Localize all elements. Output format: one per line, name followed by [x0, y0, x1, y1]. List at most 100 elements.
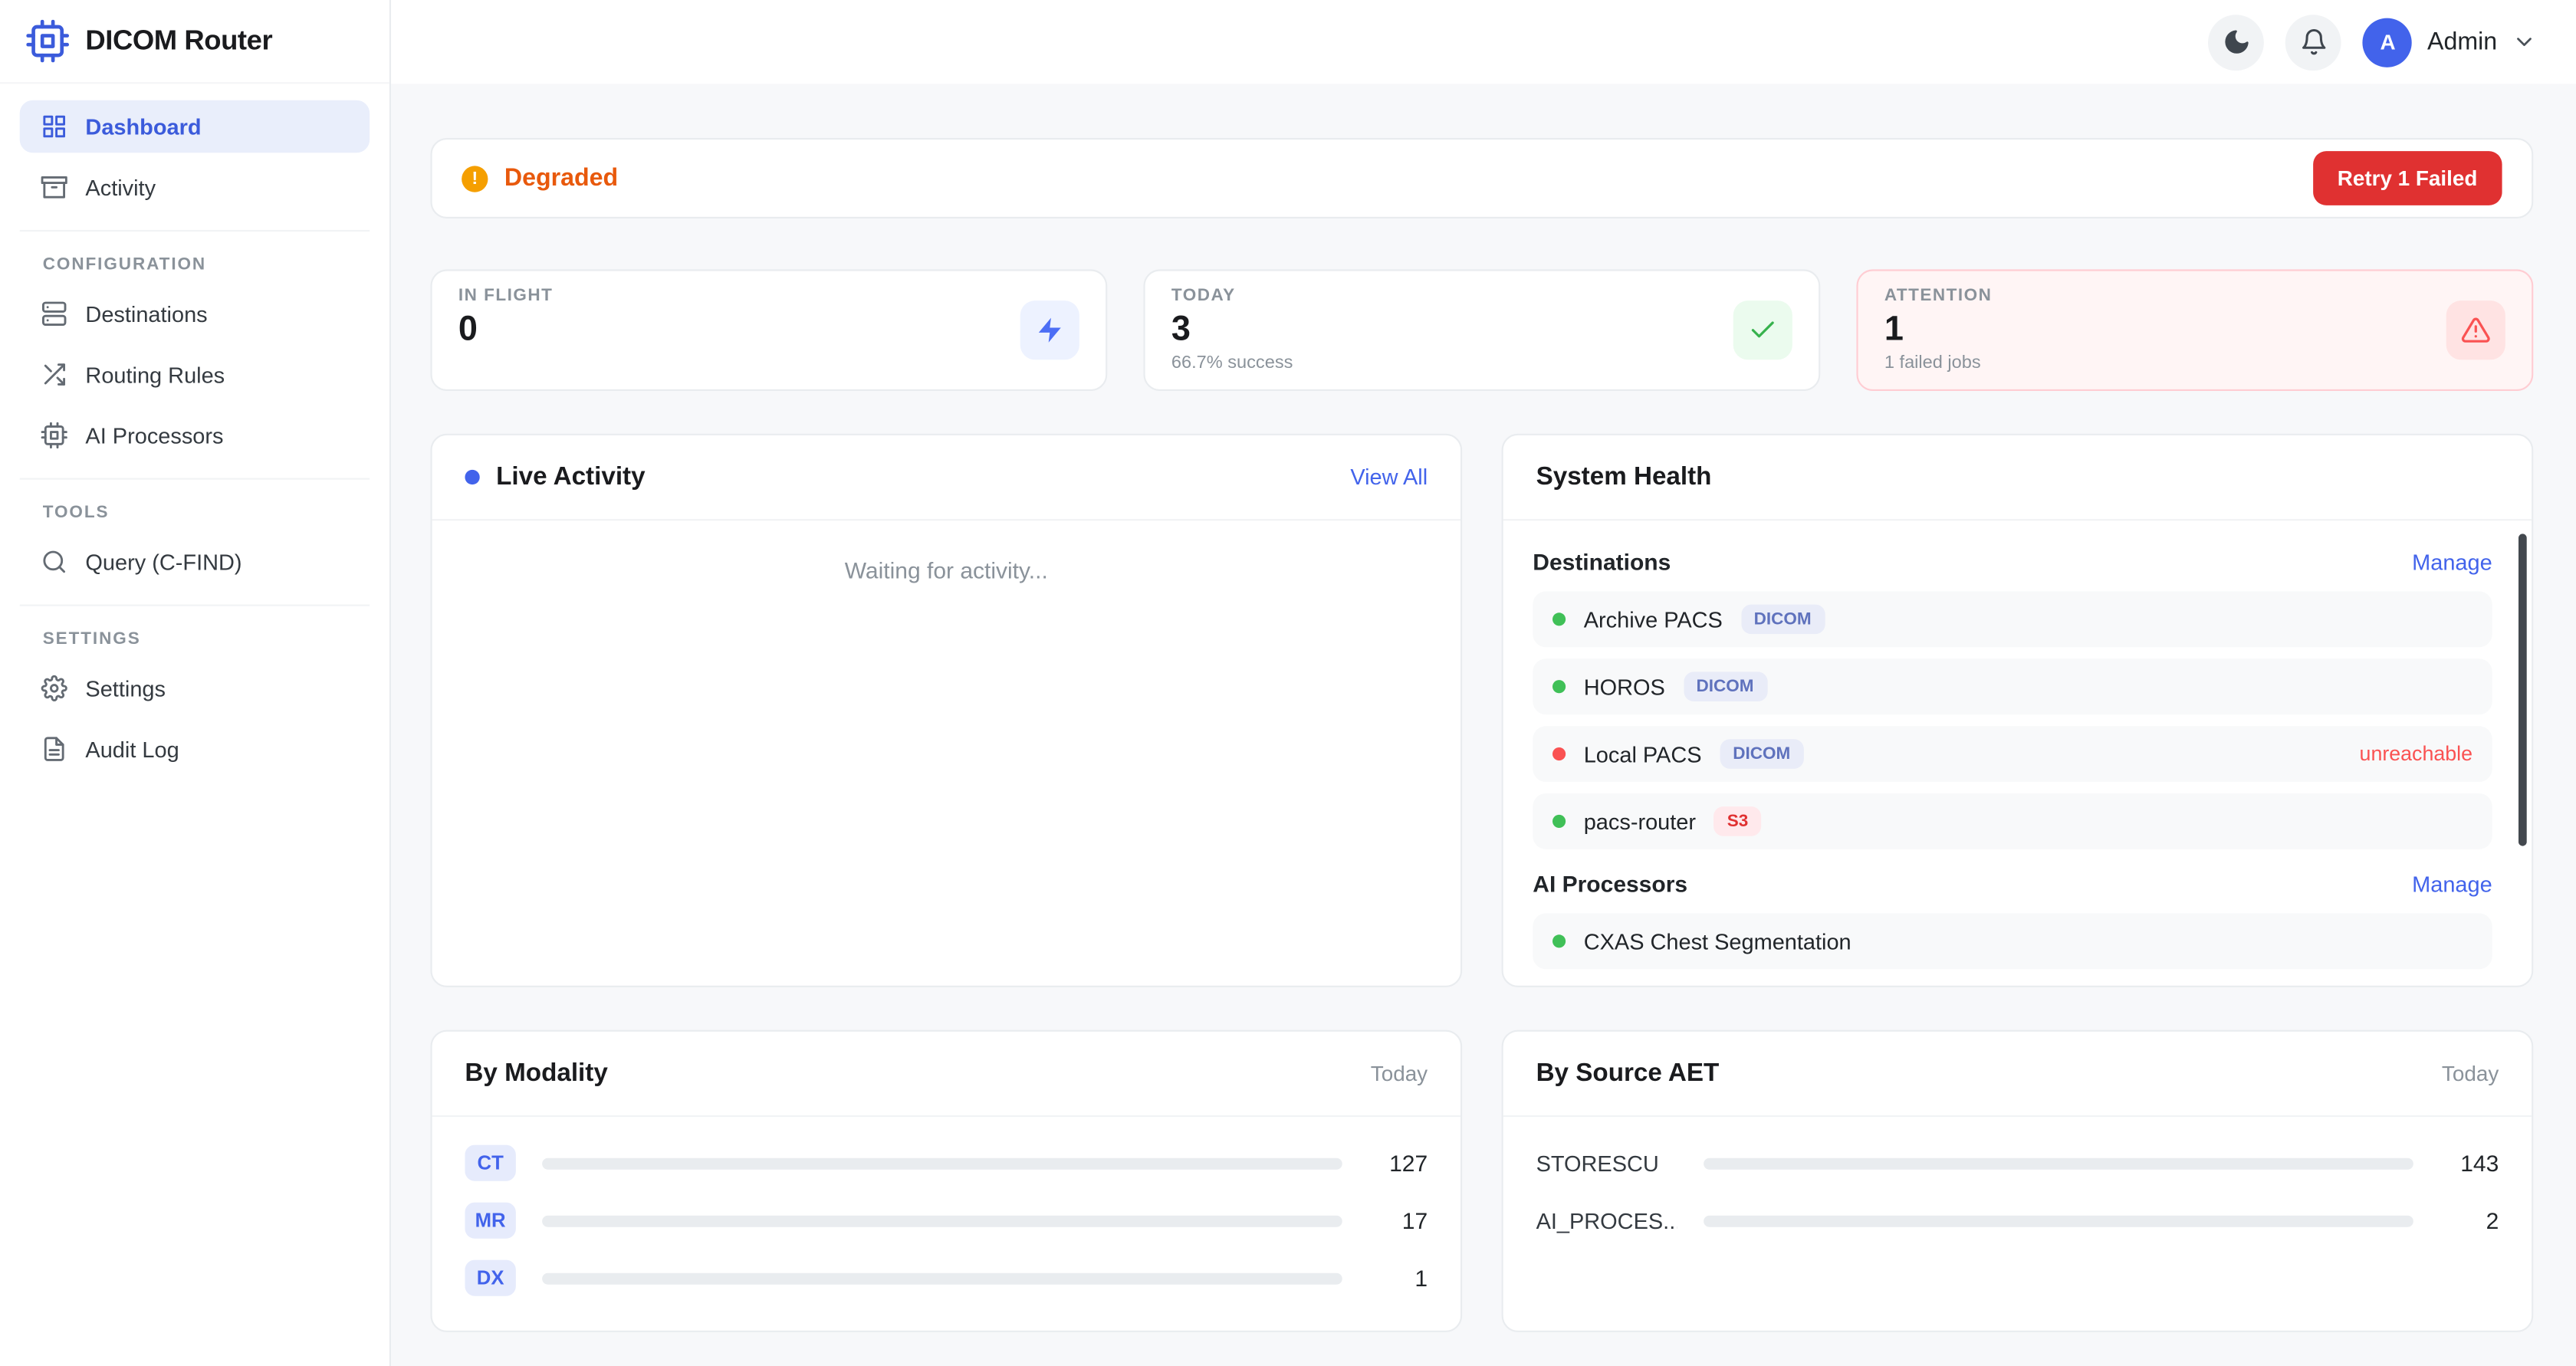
search-icon: [41, 549, 67, 575]
sidebar-item-label: Audit Log: [85, 737, 179, 761]
live-indicator-dot: [465, 470, 479, 484]
status-text: Degraded: [504, 164, 618, 192]
destination-row: pacs-router S3: [1533, 793, 2492, 849]
sidebar-item-label: Routing Rules: [85, 363, 225, 387]
sidebar-item-label: AI Processors: [85, 423, 223, 448]
protocol-badge: DICOM: [1683, 672, 1766, 701]
stat-sub: 66.7% success: [1171, 353, 1293, 375]
user-menu[interactable]: A Admin: [2363, 18, 2536, 67]
sidebar-item-dashboard[interactable]: Dashboard: [20, 100, 370, 153]
moon-icon: [2223, 28, 2250, 55]
sidebar-item-label: Query (C-FIND): [85, 550, 242, 574]
by-source-aet-card: By Source AET Today STORESCU 143 AI_PROC…: [1502, 1030, 2534, 1332]
sidebar-item-routing-rules[interactable]: Routing Rules: [20, 348, 370, 401]
modality-row: DX 1: [465, 1260, 1428, 1296]
processor-name: CXAS Chest Segmentation: [1584, 929, 1852, 954]
bar-track: [542, 1215, 1342, 1226]
warning-triangle-icon: [2446, 300, 2505, 360]
source-label: AI_PROCES...: [1536, 1208, 1677, 1233]
system-health-card: System Health Destinations Manage Archiv…: [1502, 434, 2534, 987]
stat-card-in-flight: IN FLIGHT 0: [430, 269, 1107, 391]
by-modality-card: By Modality Today CT 127 MR 17: [430, 1030, 1462, 1332]
protocol-badge: DICOM: [1720, 739, 1803, 769]
empty-state-text: Waiting for activity...: [432, 557, 1460, 583]
system-health-body: Destinations Manage Archive PACS DICOM H…: [1503, 520, 2532, 1003]
main-grid-top: Live Activity View All Waiting for activ…: [430, 434, 2533, 987]
sidebar-item-label: Destinations: [85, 301, 207, 326]
system-status: ! Degraded: [462, 164, 618, 192]
bar-track: [1704, 1157, 2413, 1169]
stat-text-block: IN FLIGHT 0: [458, 286, 554, 375]
check-icon: [1733, 300, 1792, 360]
manage-processors-link[interactable]: Manage: [2412, 872, 2492, 896]
source-row: STORESCU 143: [1536, 1145, 2499, 1181]
sidebar-item-audit-log[interactable]: Audit Log: [20, 723, 370, 776]
destination-row: HOROS DICOM: [1533, 658, 2492, 714]
sidebar-item-ai-processors[interactable]: AI Processors: [20, 409, 370, 462]
view-all-link[interactable]: View All: [1350, 465, 1428, 489]
status-dot-online: [1552, 612, 1566, 626]
sidebar-item-settings[interactable]: Settings: [20, 662, 370, 715]
cpu-icon: [41, 422, 67, 448]
destination-name: Archive PACS: [1584, 607, 1723, 632]
by-modality-header: By Modality Today: [432, 1032, 1460, 1117]
dashboard-content: ! Degraded Retry 1 Failed IN FLIGHT 0: [391, 84, 2576, 1366]
sidebar-item-destinations[interactable]: Destinations: [20, 287, 370, 340]
modality-row: CT 127: [465, 1145, 1428, 1181]
main-area: A Admin ! Degraded Retry 1 Failed IN FLI…: [391, 0, 2576, 1366]
gear-icon: [41, 675, 67, 701]
sidebar-item-label: Settings: [85, 676, 166, 701]
destination-row: Archive PACS DICOM: [1533, 591, 2492, 647]
nav-section-label: SETTINGS: [20, 619, 370, 662]
source-label: STORESCU: [1536, 1151, 1677, 1175]
nav-section-configuration: CONFIGURATION Destinations Routing Rules…: [20, 230, 370, 461]
modality-chart: CT 127 MR 17 DX 1: [432, 1117, 1460, 1345]
sidebar-item-label: Dashboard: [85, 114, 201, 139]
app-logo-icon: [26, 20, 69, 63]
bar-track: [542, 1272, 1342, 1284]
topbar: A Admin: [391, 0, 2576, 84]
system-health-header: System Health: [1503, 435, 2532, 520]
stat-value: 0: [458, 310, 554, 350]
avatar: A: [2363, 18, 2412, 67]
dicom-router-app: DICOM Router Dashboard Activity CONFIGUR…: [0, 0, 2576, 1366]
retry-failed-button[interactable]: Retry 1 Failed: [2313, 151, 2502, 205]
sidebar: DICOM Router Dashboard Activity CONFIGUR…: [0, 0, 391, 1366]
processor-row: CXAS Chest Segmentation: [1533, 913, 2492, 969]
status-dot-offline: [1552, 747, 1566, 760]
shuffle-routes-icon: [41, 361, 67, 387]
protocol-badge: DICOM: [1740, 605, 1824, 635]
status-dot-online: [1552, 680, 1566, 693]
stat-label: TODAY: [1171, 286, 1293, 306]
modality-count: 127: [1368, 1150, 1428, 1176]
app-title: DICOM Router: [85, 25, 272, 57]
live-activity-header: Live Activity View All: [432, 435, 1460, 520]
stat-card-attention: ATTENTION 1 1 failed jobs: [1856, 269, 2533, 391]
stat-text-block: TODAY 3 66.7% success: [1171, 286, 1293, 375]
theme-toggle-button[interactable]: [2209, 14, 2265, 70]
card-title: System Health: [1536, 462, 1712, 492]
status-dot-online: [1552, 815, 1566, 828]
destination-name: Local PACS: [1584, 741, 1702, 766]
nav-section-settings: SETTINGS Settings Audit Log: [20, 605, 370, 776]
warning-dot-icon: !: [462, 165, 488, 191]
dashboard-grid-icon: [41, 113, 67, 140]
modality-badge: DX: [465, 1260, 515, 1296]
sidebar-item-activity[interactable]: Activity: [20, 161, 370, 214]
stat-value: 3: [1171, 310, 1293, 350]
sidebar-item-query-cfind[interactable]: Query (C-FIND): [20, 536, 370, 589]
user-name: Admin: [2427, 28, 2497, 55]
main-grid-bottom: By Modality Today CT 127 MR 17: [430, 1030, 2533, 1332]
period-label: Today: [2442, 1061, 2499, 1085]
source-row: AI_PROCES... 2: [1536, 1203, 2499, 1239]
nav-section-label: CONFIGURATION: [20, 245, 370, 287]
scrollbar-thumb[interactable]: [2518, 534, 2527, 846]
nav-section-tools: TOOLS Query (C-FIND): [20, 478, 370, 589]
notifications-button[interactable]: [2286, 14, 2342, 70]
manage-destinations-link[interactable]: Manage: [2412, 550, 2492, 574]
period-label: Today: [1371, 1061, 1428, 1085]
stat-label: ATTENTION: [1884, 286, 1993, 306]
sidebar-item-label: Activity: [85, 175, 156, 199]
nav-section-main: Dashboard Activity: [20, 100, 370, 214]
ai-processors-subheading: AI Processors Manage: [1533, 871, 2492, 897]
